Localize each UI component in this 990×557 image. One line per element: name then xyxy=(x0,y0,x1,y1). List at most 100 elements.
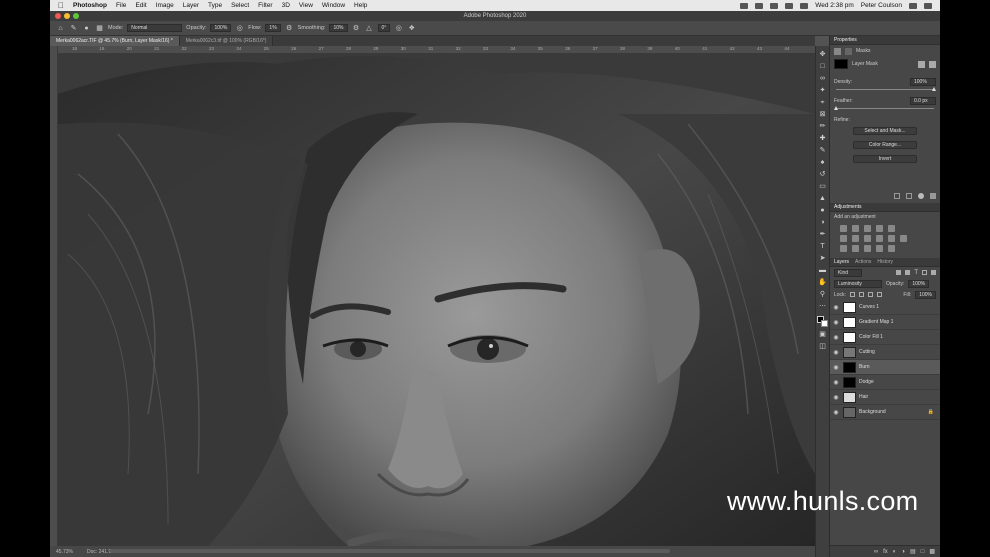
pixel-mask-icon[interactable] xyxy=(834,47,841,55)
angle-icon[interactable]: △ xyxy=(365,24,374,33)
zoom-level[interactable]: 45.73% xyxy=(56,549,73,555)
menu-list-icon[interactable] xyxy=(924,2,932,9)
color-swatches[interactable] xyxy=(817,316,828,327)
layer-name[interactable]: Gradient Map 1 xyxy=(859,319,893,325)
filter-pixel-icon[interactable] xyxy=(896,270,902,275)
layer-row[interactable]: ◉ Color Fill 1 xyxy=(830,330,940,345)
new-layer-icon[interactable]: □ xyxy=(921,549,925,555)
feather-slider[interactable] xyxy=(834,106,934,110)
density-slider[interactable] xyxy=(836,87,936,91)
menu-photoshop[interactable]: Photoshop xyxy=(73,2,107,9)
history-brush-tool-icon[interactable]: ↺ xyxy=(818,170,827,179)
horizontal-scrollbar[interactable] xyxy=(110,549,670,553)
color-range-button[interactable]: Color Range... xyxy=(853,141,917,149)
menu-file[interactable]: File xyxy=(116,2,126,9)
layer-name[interactable]: Background xyxy=(859,409,886,415)
brightness-icon[interactable] xyxy=(840,225,847,232)
pen-tool-icon[interactable]: ✒ xyxy=(818,230,827,239)
ruler-top[interactable]: 18 19 20 21 22 23 24 25 26 27 28 29 30 31 32 33 34 35 36 37… xyxy=(58,46,815,54)
zoom-tool-icon[interactable]: ⚲ xyxy=(818,290,827,299)
layer-row[interactable]: ◉ Background 🔒 xyxy=(830,405,940,420)
layer-name[interactable]: Hair xyxy=(859,394,868,400)
vibrance-icon[interactable] xyxy=(888,225,895,232)
menu-filter[interactable]: Filter xyxy=(258,2,272,9)
adjustments-title[interactable]: Adjustments xyxy=(834,204,862,210)
menu-3d[interactable]: 3D xyxy=(282,2,290,9)
adjustments-header[interactable]: Adjustments xyxy=(830,203,940,212)
brush-settings-icon[interactable]: ▦ xyxy=(95,24,104,33)
paint-bucket-tool-icon[interactable]: ▲ xyxy=(818,194,827,203)
screen-mode-icon[interactable]: ◫ xyxy=(818,342,827,351)
layer-row[interactable]: ◉ Hair xyxy=(830,390,940,405)
posterize-icon[interactable] xyxy=(852,245,859,252)
opacity-field[interactable]: 100% xyxy=(210,24,232,32)
crop-tool-icon[interactable]: ⌖ xyxy=(818,98,827,107)
fill-field[interactable]: 100% xyxy=(915,290,936,299)
filter-adjust-icon[interactable] xyxy=(905,270,911,275)
layer-row[interactable]: ◉ Curves 1 xyxy=(830,300,940,315)
user-name[interactable]: Peter Coulson xyxy=(861,2,902,9)
visibility-eye-icon[interactable]: ◉ xyxy=(832,394,840,401)
visibility-eye-icon[interactable]: ◉ xyxy=(832,304,840,311)
layer-filter-kind[interactable]: Kind xyxy=(834,268,862,277)
layer-thumbnail[interactable] xyxy=(843,391,856,403)
color-lookup-icon[interactable] xyxy=(900,235,907,242)
layer-thumbnail[interactable] xyxy=(843,406,856,418)
quick-select-tool-icon[interactable]: ✦ xyxy=(818,86,827,95)
link-layers-icon[interactable]: ∞ xyxy=(874,549,878,555)
apply-mask-icon[interactable] xyxy=(929,60,936,68)
color-balance-icon[interactable] xyxy=(852,235,859,242)
photo-filter-icon[interactable] xyxy=(876,235,883,242)
document-canvas[interactable] xyxy=(58,54,815,546)
trash-icon[interactable] xyxy=(930,193,936,199)
brush-preset-icon[interactable]: ● xyxy=(82,24,91,33)
status-icon[interactable] xyxy=(770,2,779,9)
select-mask-icon[interactable] xyxy=(918,60,925,68)
density-knob[interactable] xyxy=(932,87,936,91)
hue-saturation-icon[interactable] xyxy=(840,235,847,242)
smoothing-field[interactable]: 10% xyxy=(329,24,348,32)
tab-document-active[interactable]: Merka0062acr.TIF @ 45.7% (Burn, Layer Ma… xyxy=(50,36,180,46)
mask-thumbnail[interactable] xyxy=(834,59,848,69)
layer-row[interactable]: ◉ Burn xyxy=(830,360,940,375)
density-field[interactable]: 100% xyxy=(910,78,936,86)
visibility-eye-icon[interactable]: ◉ xyxy=(832,379,840,386)
layer-row[interactable]: ◉ Cutting xyxy=(830,345,940,360)
blur-tool-icon[interactable]: ● xyxy=(818,206,827,215)
type-tool-icon[interactable]: T xyxy=(818,242,827,251)
apply-mask-icon[interactable] xyxy=(906,193,912,199)
brush-tool-icon[interactable]: ✎ xyxy=(818,146,827,155)
visibility-eye-icon[interactable]: ◉ xyxy=(832,319,840,326)
selective-color-icon[interactable] xyxy=(888,245,895,252)
move-tool-icon[interactable]: ✥ xyxy=(818,50,827,59)
brush-tool-icon[interactable]: ✎ xyxy=(69,24,78,33)
layer-row[interactable]: ◉ Dodge xyxy=(830,375,940,390)
eraser-tool-icon[interactable]: ▭ xyxy=(818,182,827,191)
flow-field[interactable]: 1% xyxy=(265,24,281,32)
load-selection-icon[interactable] xyxy=(894,193,900,199)
menu-help[interactable]: Help xyxy=(354,2,367,9)
curves-icon[interactable] xyxy=(864,225,871,232)
feather-field[interactable]: 0.0 px xyxy=(910,97,936,105)
invert-adjust-icon[interactable] xyxy=(840,245,847,252)
menu-edit[interactable]: Edit xyxy=(135,2,146,9)
status-icon[interactable] xyxy=(740,2,749,9)
dodge-tool-icon[interactable]: ◑ xyxy=(818,218,827,227)
angle-field[interactable]: 0° xyxy=(377,24,391,32)
apple-icon[interactable]:  xyxy=(58,1,64,10)
layer-thumbnail[interactable] xyxy=(843,346,856,358)
layer-thumbnail[interactable] xyxy=(843,331,856,343)
properties-header[interactable]: Properties xyxy=(830,36,940,45)
tab-layers[interactable]: Layers xyxy=(834,259,849,265)
frame-tool-icon[interactable]: ⊠ xyxy=(818,110,827,119)
lock-position-icon[interactable] xyxy=(867,292,873,297)
clock[interactable]: Wed 2:38 pm xyxy=(815,2,854,9)
layer-opacity-field[interactable]: 100% xyxy=(908,279,930,288)
new-adjustment-icon[interactable]: ◑ xyxy=(901,549,905,555)
lock-all-icon[interactable] xyxy=(876,292,882,297)
levels-icon[interactable] xyxy=(852,225,859,232)
lock-transparent-icon[interactable] xyxy=(849,292,855,297)
lock-icon[interactable]: 🔒 xyxy=(928,409,934,415)
battery-icon[interactable] xyxy=(800,2,809,9)
pressure-opacity-icon[interactable]: ◎ xyxy=(235,24,244,33)
